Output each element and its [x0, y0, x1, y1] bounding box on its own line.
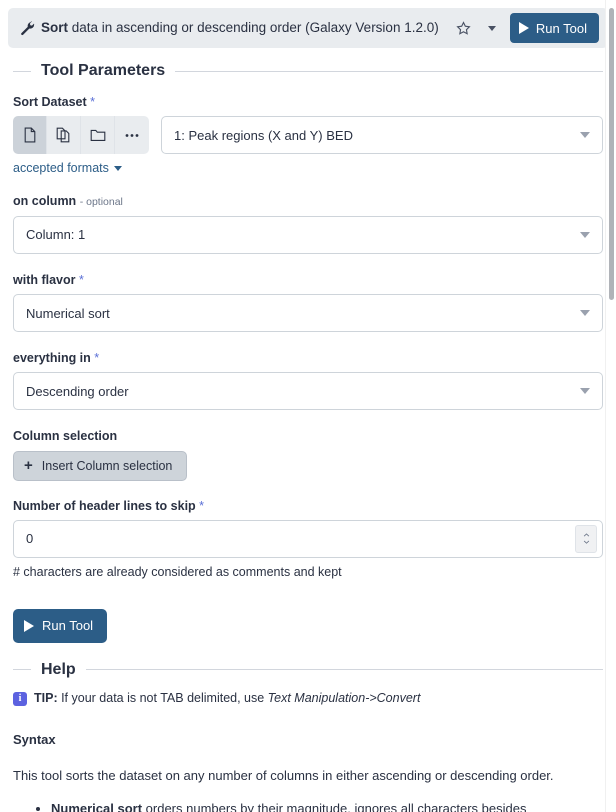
syntax-heading: Syntax [13, 731, 56, 747]
tool-title: Sort data in ascending or descending ord… [41, 21, 450, 35]
syntax-bullet-list: Numerical sort orders numbers by their m… [13, 800, 603, 812]
everything-in-label: everything in * [13, 350, 603, 366]
favorite-button[interactable] [450, 14, 478, 42]
star-outline-icon [456, 20, 472, 35]
insert-column-selection-button[interactable]: + Insert Column selection [13, 450, 188, 481]
run-tool-button-header[interactable]: Run Tool [509, 13, 599, 43]
wrench-icon [21, 20, 35, 35]
tool-form-page: Sort data in ascending or descending ord… [0, 0, 616, 812]
tip-italic: Text Manipulation->Convert [267, 690, 421, 705]
tip-body: If your data is not TAB delimited, use [57, 690, 268, 705]
accepted-formats-toggle[interactable]: accepted formats [13, 161, 122, 175]
run-tool-label: Run Tool [42, 618, 94, 634]
tool-description: data in ascending or descending order (G… [68, 21, 439, 35]
everything-in-value: Descending order [26, 383, 129, 399]
header-lines-input[interactable]: 0 [13, 519, 603, 558]
header-lines-label: Number of header lines to skip * [13, 498, 603, 514]
everything-in-select[interactable]: Descending order [13, 372, 603, 411]
tool-header: Sort data in ascending or descending ord… [8, 8, 608, 48]
field-with-flavor: with flavor * Numerical sort [13, 272, 603, 333]
plus-icon: + [24, 457, 33, 475]
sort-dataset-label-text: Sort Dataset [13, 95, 87, 109]
tool-name: Sort [41, 21, 68, 35]
play-icon [518, 22, 529, 34]
required-marker: * [199, 498, 205, 513]
everything-in-label-text: everything in [13, 351, 91, 366]
dataset-collection-icon-button[interactable] [81, 116, 115, 155]
divider-right [175, 70, 603, 72]
with-flavor-label: with flavor * [13, 272, 603, 288]
header-lines-value: 0 [26, 531, 34, 547]
on-column-select[interactable]: Column: 1 [13, 215, 603, 254]
chevron-down-icon [580, 231, 590, 238]
bullet-term: Numerical sort [51, 800, 143, 812]
tip-text: TIP: If your data is not TAB delimited, … [34, 691, 420, 705]
chevron-down-icon [580, 310, 590, 317]
field-header-lines: Number of header lines to skip * 0 # cha… [13, 498, 603, 579]
info-icon: i [13, 691, 27, 706]
optional-marker: - optional [79, 196, 123, 209]
more-options-icon [125, 133, 139, 137]
required-marker: * [90, 95, 95, 109]
multiple-datasets-icon [56, 127, 70, 143]
with-flavor-select[interactable]: Numerical sort [13, 294, 603, 333]
scrollbar-thumb[interactable] [609, 8, 614, 300]
on-column-label: on column - optional [13, 193, 603, 210]
play-icon [24, 619, 34, 632]
divider-left [13, 70, 31, 72]
accepted-formats-label: accepted formats [13, 161, 109, 176]
tool-form-body: Tool Parameters Sort Dataset * 1: Peak r… [0, 62, 616, 812]
sort-dataset-label: Sort Dataset * [13, 94, 603, 110]
run-tool-label: Run Tool [535, 20, 587, 36]
single-dataset-icon [24, 127, 35, 143]
chevron-down-icon [580, 132, 590, 139]
on-column-value: Column: 1 [26, 227, 86, 243]
field-sort-dataset: Sort Dataset * 1: Peak regions (X and Y)… [13, 94, 603, 177]
sort-dataset-row: 1: Peak regions (X and Y) BED [13, 116, 603, 155]
header-lines-stepper[interactable] [575, 524, 597, 553]
field-everything-in: everything in * Descending order [13, 350, 603, 411]
bullet-text: orders numbers by their magnitude, ignor… [142, 800, 527, 812]
field-on-column: on column - optional Column: 1 [13, 193, 603, 254]
dataset-collection-icon [90, 130, 105, 142]
field-column-selection: Column selection + Insert Column selecti… [13, 428, 603, 481]
header-lines-note: # characters are already considered as c… [13, 564, 342, 579]
syntax-paragraph: This tool sorts the dataset on any numbe… [13, 767, 554, 783]
tool-parameters-section-header: Tool Parameters [13, 62, 603, 80]
chevron-down-icon [580, 388, 590, 395]
divider-right [85, 669, 603, 671]
tip-line: i TIP: If your data is not TAB delimited… [13, 691, 603, 706]
multiple-datasets-icon-button[interactable] [47, 116, 81, 155]
chevron-down-icon [583, 541, 589, 545]
sort-dataset-select[interactable]: 1: Peak regions (X and Y) BED [161, 116, 603, 155]
run-tool-button[interactable]: Run Tool [13, 608, 108, 643]
help-title: Help [41, 660, 76, 678]
caret-down-icon [113, 165, 122, 171]
list-item: Numerical sort orders numbers by their m… [51, 800, 603, 812]
chevron-up-icon [583, 533, 589, 537]
divider-left [13, 669, 31, 671]
header-lines-label-text: Number of header lines to skip [13, 498, 196, 513]
caret-down-icon [487, 25, 496, 31]
sort-dataset-value: 1: Peak regions (X and Y) BED [174, 127, 353, 143]
insert-column-selection-label: Insert Column selection [41, 458, 173, 473]
single-dataset-icon-button[interactable] [13, 116, 47, 155]
with-flavor-label-text: with flavor [13, 272, 76, 287]
more-options-icon-button[interactable] [115, 116, 149, 155]
tool-options-button[interactable] [478, 14, 506, 42]
required-marker: * [94, 351, 100, 366]
with-flavor-value: Numerical sort [26, 305, 110, 321]
column-selection-label: Column selection [13, 429, 118, 444]
dataset-mode-group [13, 116, 149, 155]
tool-parameters-title: Tool Parameters [41, 62, 166, 79]
required-marker: * [79, 272, 84, 287]
tip-bold: TIP: [34, 690, 58, 705]
on-column-label-text: on column [13, 194, 77, 209]
help-section-header: Help [13, 661, 603, 679]
vertical-scrollbar[interactable] [605, 0, 616, 812]
